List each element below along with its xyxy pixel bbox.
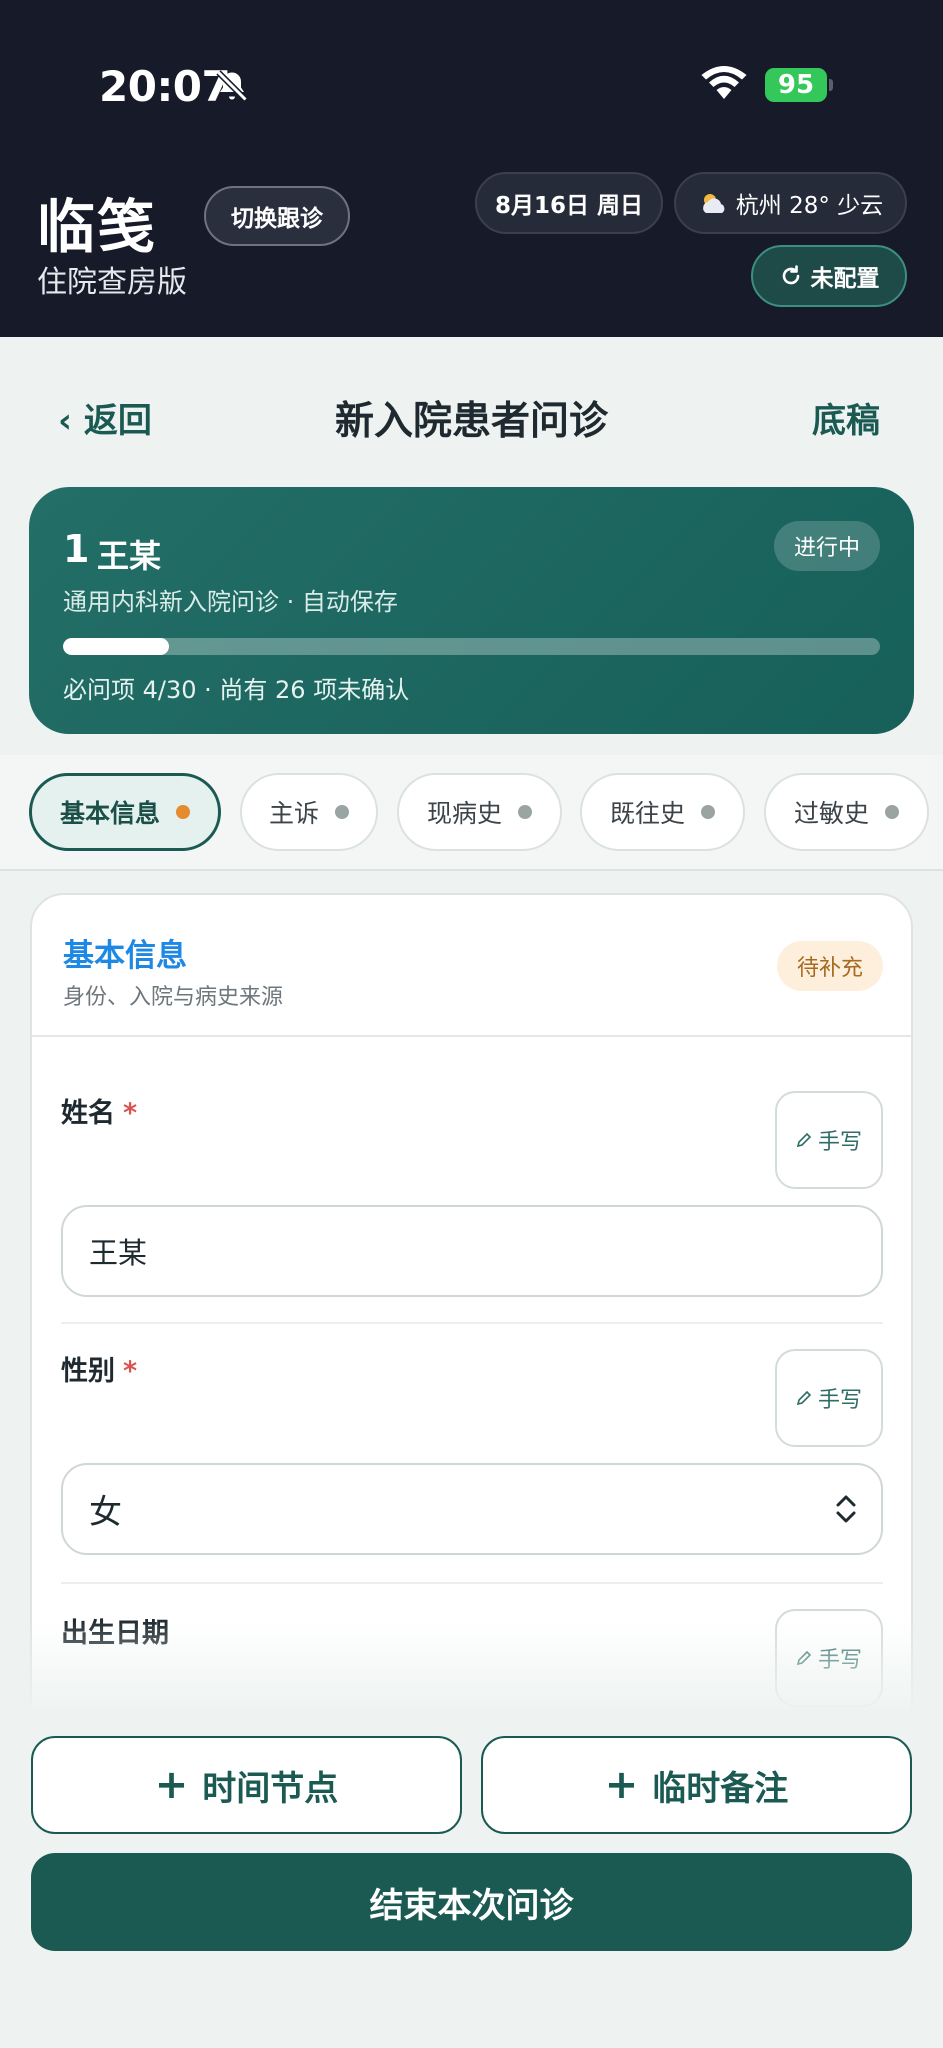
required-mark: * — [123, 1356, 138, 1387]
patient-name: 王某 — [97, 537, 162, 575]
status-time: 20:07 — [99, 62, 231, 111]
required-mark: * — [123, 1098, 138, 1129]
status-dot — [701, 805, 715, 819]
pending-badge: 待补充 — [777, 941, 883, 991]
config-label: 未配置 — [810, 266, 880, 292]
page-title: 新入院患者问诊 — [334, 399, 608, 444]
status-dot — [518, 805, 532, 819]
time-node-label: 时间节点 — [202, 1768, 339, 1809]
tab-present-illness[interactable]: 现病史 — [397, 773, 562, 851]
gender-handwrite-button[interactable]: 手写 — [775, 1349, 883, 1447]
wifi-icon — [701, 66, 747, 99]
tab-chief-complaint[interactable]: 主诉 — [240, 773, 378, 851]
date-chip: 8月16日 周日 — [475, 172, 663, 234]
tab-label: 现病史 — [426, 799, 502, 828]
plus-icon: + — [604, 1762, 639, 1808]
status-dot — [176, 805, 190, 819]
battery-tip — [829, 79, 833, 91]
temp-note-label: 临时备注 — [652, 1768, 789, 1809]
field-divider — [61, 1322, 883, 1324]
section-title: 基本信息 — [63, 938, 187, 974]
name-handwrite-button[interactable]: 手写 — [775, 1091, 883, 1189]
weather-chip: 杭州 28° 少云 — [674, 172, 907, 234]
add-time-node-button[interactable]: + 时间节点 — [31, 1736, 462, 1834]
cloud-sun-icon — [702, 194, 725, 213]
name-input[interactable]: 王某 — [61, 1205, 883, 1297]
refresh-icon — [782, 265, 799, 285]
tab-label: 基本信息 — [59, 799, 160, 828]
gender-label: 性别 * — [61, 1349, 137, 1388]
gender-select[interactable]: 女 — [61, 1463, 883, 1555]
patient-number: 1 — [63, 527, 90, 571]
battery-icon: 95 — [765, 68, 827, 102]
brand-name: 临笺 — [37, 193, 158, 261]
pencil-icon — [796, 1390, 812, 1406]
tab-past-history[interactable]: 既往史 — [580, 773, 745, 851]
patient-description: 通用内科新入院问诊 · 自动保存 — [63, 588, 398, 616]
app-header: 20:07 95 临笺 住院查房版 切换跟诊 8月16日 周日 杭州 28° 少… — [0, 0, 943, 337]
name-label-text: 姓名 — [61, 1098, 115, 1129]
brand-subtitle: 住院查房版 — [37, 265, 187, 300]
name-label: 姓名 * — [61, 1091, 137, 1130]
scroll-fade — [0, 1620, 943, 1710]
progress-fill — [63, 638, 170, 655]
progress-text: 必问项 4/30 · 尚有 26 项未确认 — [63, 676, 410, 704]
handwrite-label: 手写 — [817, 1130, 862, 1155]
weather-text: 杭州 28° 少云 — [735, 193, 884, 219]
plus-icon: + — [154, 1762, 189, 1808]
finish-consultation-button[interactable]: 结束本次问诊 — [31, 1853, 912, 1951]
tab-allergy-history[interactable]: 过敏史 — [764, 773, 929, 851]
section-subtitle: 身份、入院与病史来源 — [63, 985, 284, 1010]
divider — [32, 1035, 911, 1037]
gender-label-text: 性别 — [61, 1356, 115, 1387]
add-temp-note-button[interactable]: + 临时备注 — [481, 1736, 912, 1834]
pencil-icon — [796, 1132, 812, 1148]
progress-bar — [63, 638, 880, 655]
handwrite-label: 手写 — [817, 1388, 862, 1413]
gender-value: 女 — [89, 1492, 122, 1531]
status-dot — [885, 805, 899, 819]
tab-label: 既往史 — [609, 799, 685, 828]
section-tabs: 基本信息 主诉 现病史 既往史 过敏史 — [0, 755, 943, 871]
draft-button[interactable]: 底稿 — [812, 393, 880, 442]
status-badge: 进行中 — [774, 521, 880, 571]
tab-basic-info[interactable]: 基本信息 — [29, 773, 221, 851]
bell-slash-icon — [216, 70, 248, 102]
tab-label: 主诉 — [268, 799, 319, 828]
tab-label: 过敏史 — [793, 799, 869, 828]
config-button[interactable]: 未配置 — [751, 245, 907, 307]
switch-mode-button[interactable]: 切换跟诊 — [204, 186, 350, 246]
field-divider — [61, 1582, 883, 1584]
status-dot — [335, 805, 349, 819]
patient-card: 1 王某 进行中 通用内科新入院问诊 · 自动保存 必问项 4/30 · 尚有 … — [29, 487, 914, 734]
chevron-updown-icon — [836, 1495, 856, 1523]
